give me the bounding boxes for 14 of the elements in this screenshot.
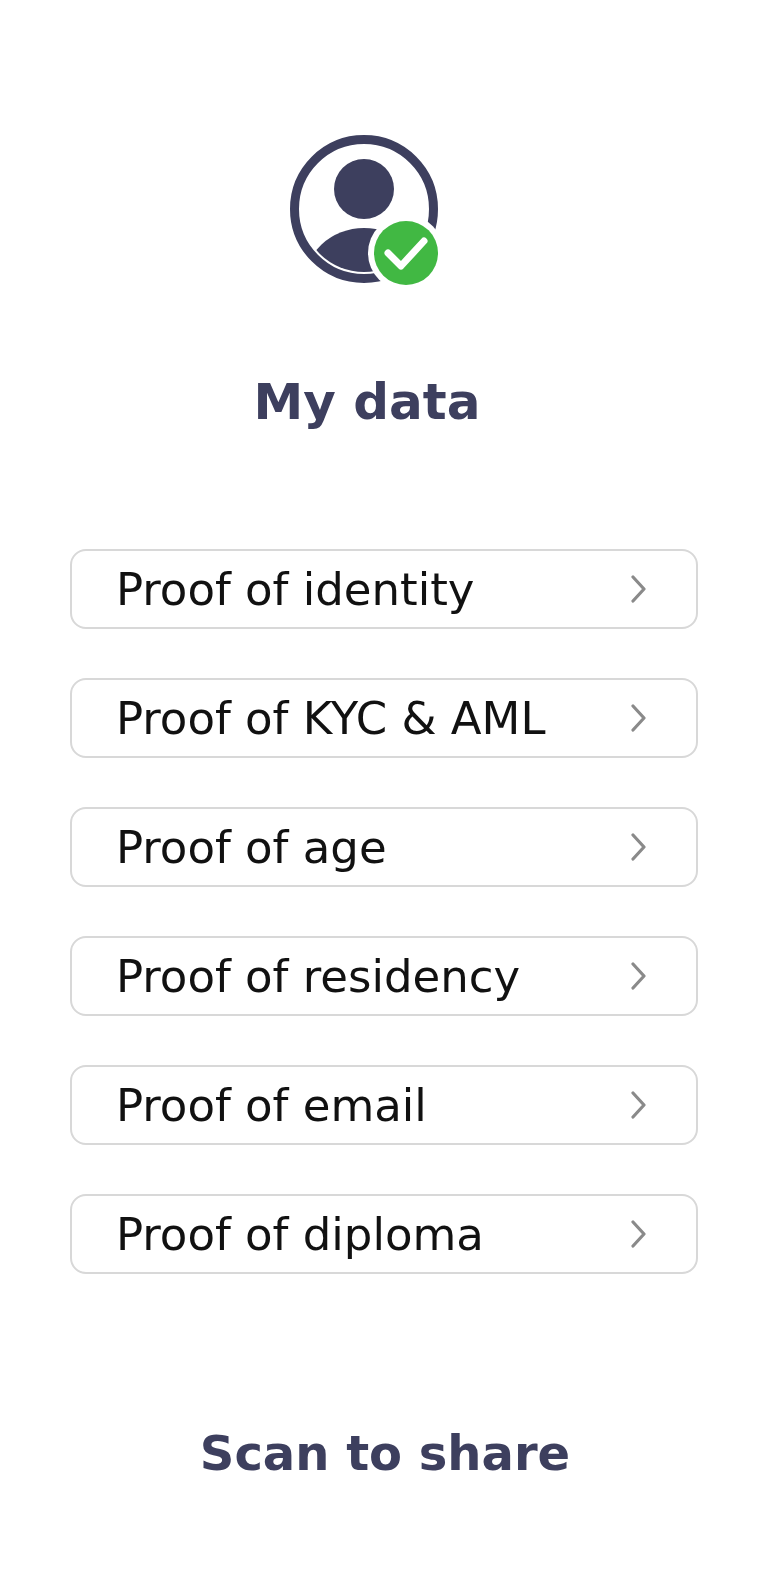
chevron-right-icon <box>631 833 646 861</box>
chevron-right-icon <box>631 575 646 603</box>
proof-list-item[interactable]: Proof of KYC & AML <box>70 678 698 758</box>
chevron-right-icon <box>631 962 646 990</box>
scan-to-share-link[interactable]: Scan to share <box>199 1423 571 1483</box>
proof-list-item[interactable]: Proof of identity <box>70 549 698 629</box>
chevron-right-icon <box>631 1220 646 1248</box>
chevron-right-icon <box>631 704 646 732</box>
proof-list-item[interactable]: Proof of age <box>70 807 698 887</box>
proof-list-item[interactable]: Proof of diploma <box>70 1194 698 1274</box>
proof-list-item[interactable]: Proof of residency <box>70 936 698 1016</box>
chevron-right-icon <box>631 1091 646 1119</box>
proof-list-item[interactable]: Proof of email <box>70 1065 698 1145</box>
page-title: My data <box>253 372 481 432</box>
